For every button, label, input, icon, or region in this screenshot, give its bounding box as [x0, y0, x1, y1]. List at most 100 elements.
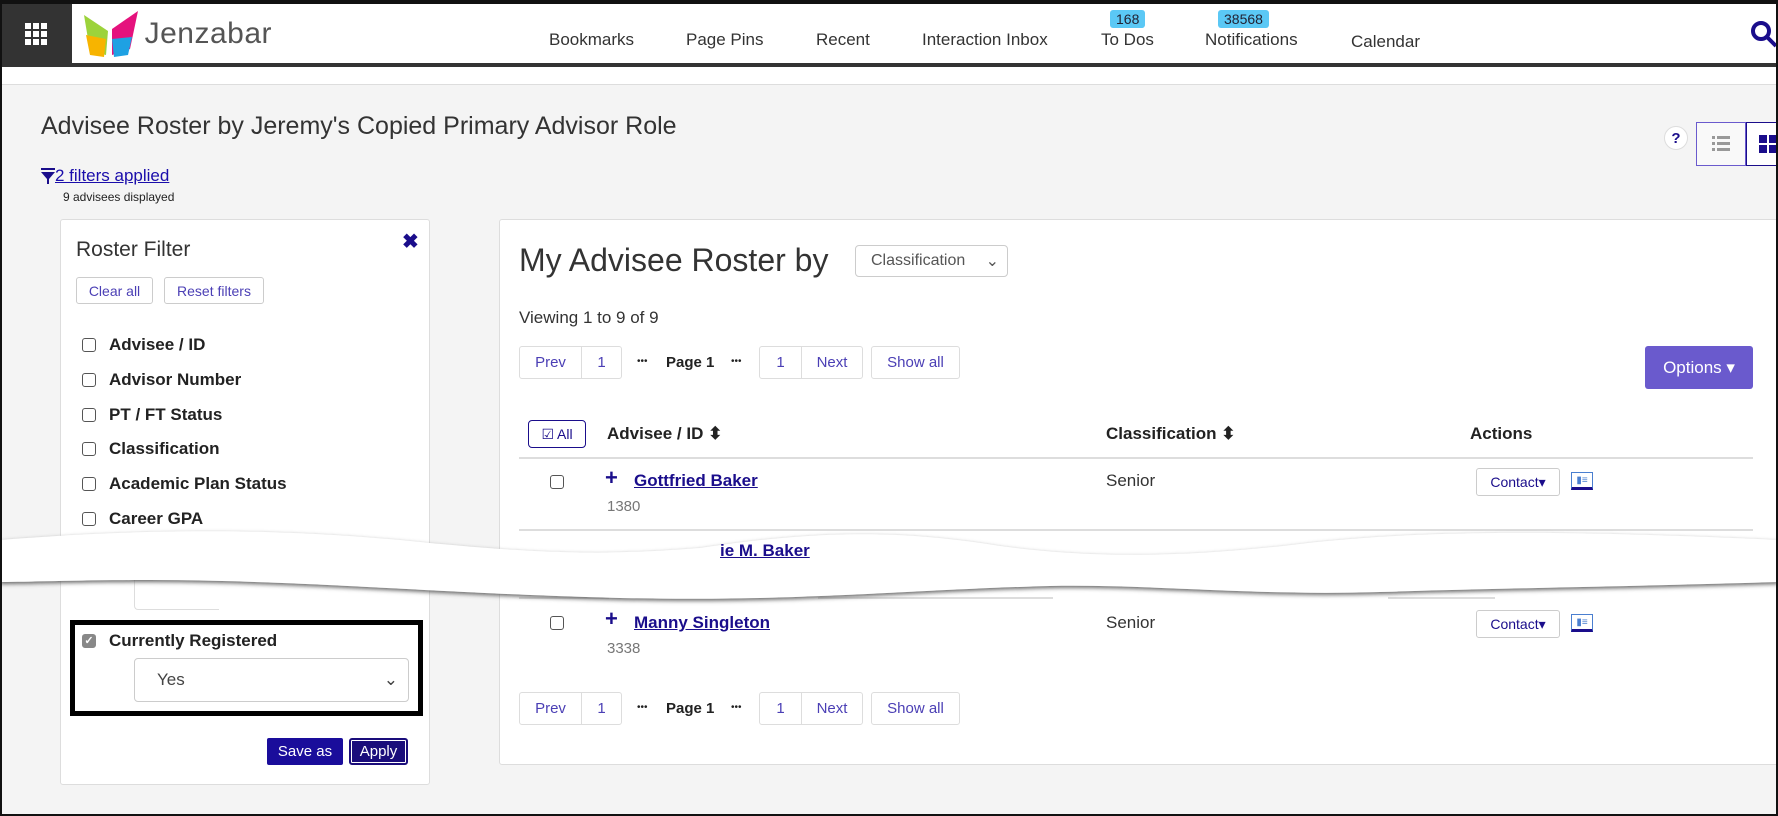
filter-title: Roster Filter: [76, 238, 191, 261]
page-1-button[interactable]: 1: [582, 693, 621, 724]
checkbox[interactable]: [82, 373, 96, 387]
header-spacer: [0, 67, 1778, 85]
torn-page-separator: [0, 531, 1778, 599]
jenzabar-logo[interactable]: Jenzabar: [72, 4, 272, 63]
currently-registered-select[interactable]: Yes ⌄: [134, 658, 409, 702]
chevron-down-icon: ⌄: [985, 253, 999, 270]
pager-next-group: 1 Next: [759, 346, 863, 379]
filter-currently-registered[interactable]: ✓ Currently Registered: [82, 631, 277, 651]
search-icon[interactable]: [1750, 20, 1778, 48]
advisee-id: 1380: [607, 498, 641, 515]
pager-next-group: 1 Next: [759, 692, 863, 725]
clear-all-button[interactable]: Clear all: [76, 277, 153, 304]
top-nav-bar: Jenzabar Bookmarks Page Pins Recent Inte…: [0, 0, 1778, 67]
apply-button[interactable]: Apply: [349, 738, 408, 765]
filter-label: PT / FT Status: [109, 405, 223, 424]
app-grid-button[interactable]: [0, 0, 72, 67]
ellipsis: •••: [637, 702, 648, 713]
list-icon: [1712, 136, 1730, 151]
grid-view-icon: [1759, 135, 1777, 153]
viewing-count: Viewing 1 to 9 of 9: [519, 308, 659, 327]
checkbox[interactable]: [82, 442, 96, 456]
checkbox[interactable]: [82, 408, 96, 422]
filter-classification[interactable]: Classification: [82, 439, 220, 459]
prev-button[interactable]: Prev: [520, 693, 582, 724]
sort-icon: ⬍: [708, 424, 723, 443]
roster-heading: My Advisee Roster by: [519, 242, 829, 278]
expand-plus-icon[interactable]: +: [605, 465, 618, 491]
reset-filters-button[interactable]: Reset filters: [164, 277, 264, 304]
nav-interaction-inbox[interactable]: Interaction Inbox: [922, 30, 1048, 50]
filters-applied-link[interactable]: 2 filters applied: [55, 166, 169, 186]
show-all-button[interactable]: Show all: [872, 693, 959, 724]
close-icon[interactable]: ✖: [402, 229, 419, 254]
nav-notifications[interactable]: Notifications: [1205, 30, 1298, 50]
last-page-button[interactable]: 1: [760, 693, 802, 724]
todos-badge: 168: [1110, 10, 1146, 28]
classification-cell: Senior: [1106, 471, 1156, 490]
nav-to-dos[interactable]: To Dos: [1101, 30, 1154, 50]
advisee-id: 3338: [607, 640, 641, 657]
select-all-label: All: [557, 426, 573, 442]
contact-card-icon[interactable]: ▮≡: [1571, 472, 1593, 490]
filter-advisee-id[interactable]: Advisee / ID: [82, 335, 205, 355]
column-classification[interactable]: Classification ⬍: [1106, 424, 1236, 444]
column-label: Classification: [1106, 424, 1217, 443]
show-all-button[interactable]: Show all: [872, 347, 959, 378]
filter-pt-ft-status[interactable]: PT / FT Status: [82, 405, 222, 425]
ellipsis: •••: [637, 356, 648, 367]
nav-recent[interactable]: Recent: [816, 30, 870, 50]
row-checkbox[interactable]: [550, 475, 564, 489]
check-square-icon: ☑: [541, 425, 554, 442]
next-button[interactable]: Next: [802, 693, 862, 724]
list-view-button[interactable]: [1696, 122, 1746, 166]
filter-label: Academic Plan Status: [109, 474, 287, 493]
last-page-button[interactable]: 1: [760, 347, 802, 378]
prev-button[interactable]: Prev: [520, 347, 582, 378]
save-as-button[interactable]: Save as: [267, 738, 343, 765]
current-page: Page 1: [666, 700, 715, 717]
butterfly-logo-icon: [84, 10, 138, 57]
options-button[interactable]: Options ▾: [1645, 346, 1753, 389]
show-all-group: Show all: [871, 346, 960, 379]
brand-name: Jenzabar: [144, 16, 272, 50]
current-page: Page 1: [666, 354, 715, 371]
next-button[interactable]: Next: [802, 347, 862, 378]
filter-advisor-number[interactable]: Advisor Number: [82, 370, 241, 390]
pager-prev-group: Prev 1: [519, 346, 622, 379]
notifications-badge: 38568: [1218, 10, 1269, 28]
nav-page-pins[interactable]: Page Pins: [686, 30, 764, 50]
show-all-group: Show all: [871, 692, 960, 725]
select-value: Classification: [871, 252, 966, 269]
card-view-button[interactable]: [1746, 122, 1778, 166]
checkbox[interactable]: [82, 338, 96, 352]
advisee-name-fragment[interactable]: ie M. Baker: [720, 541, 810, 561]
column-actions: Actions: [1470, 424, 1533, 443]
group-by-select[interactable]: Classification ⌄: [855, 245, 1008, 277]
page-title: Advisee Roster by Jeremy's Copied Primar…: [41, 112, 677, 140]
filter-label: Advisee / ID: [109, 335, 206, 354]
grid-icon: [25, 22, 47, 45]
nav-calendar[interactable]: Calendar: [1351, 32, 1420, 52]
advisees-count: 9 advisees displayed: [63, 190, 175, 204]
select-all-button[interactable]: ☑ All: [528, 420, 586, 448]
checkbox-checked[interactable]: ✓: [82, 634, 96, 648]
filter-label: Advisor Number: [109, 370, 242, 389]
ellipsis: •••: [731, 702, 742, 713]
ellipsis: •••: [731, 356, 742, 367]
filter-icon: [41, 168, 55, 184]
page-1-button[interactable]: 1: [582, 347, 621, 378]
filter-label: Currently Registered: [109, 631, 278, 650]
sort-icon: ⬍: [1221, 424, 1236, 443]
nav-bookmarks[interactable]: Bookmarks: [549, 30, 634, 50]
contact-dropdown[interactable]: Contact▾: [1476, 468, 1560, 496]
header-divider: [519, 457, 1753, 459]
advisee-name-link[interactable]: Gottfried Baker: [634, 471, 758, 491]
pager-prev-group: Prev 1: [519, 692, 622, 725]
select-value: Yes: [157, 670, 185, 689]
filter-academic-plan-status[interactable]: Academic Plan Status: [82, 474, 287, 494]
help-button[interactable]: ?: [1664, 126, 1688, 150]
column-advisee-id[interactable]: Advisee / ID ⬍: [607, 424, 722, 444]
checkbox[interactable]: [82, 477, 96, 491]
advisee-roster-panel: [499, 219, 1778, 765]
